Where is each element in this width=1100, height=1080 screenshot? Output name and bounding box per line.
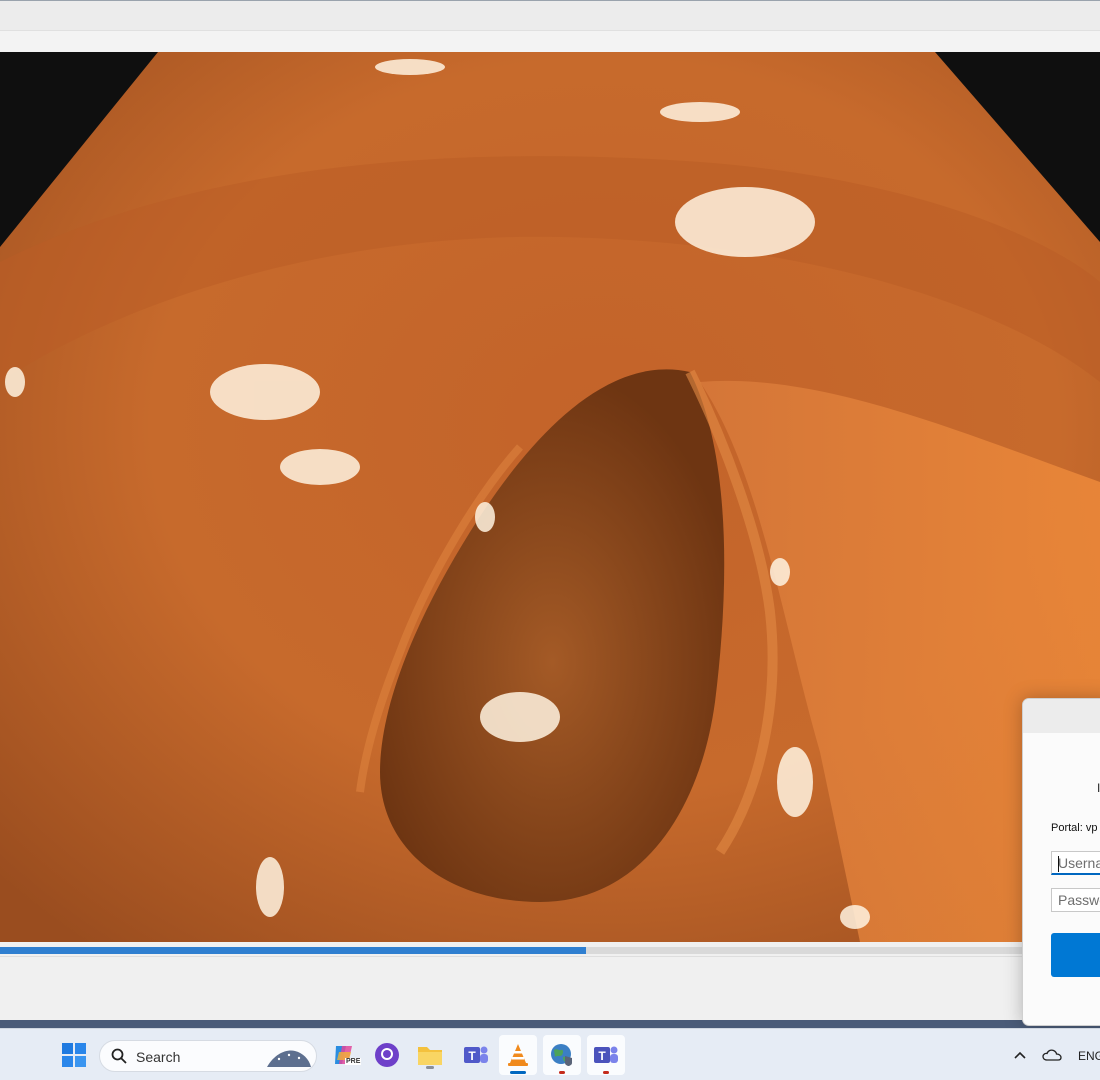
copilot-badge: PRE — [345, 1058, 362, 1065]
alert-indicator — [559, 1071, 565, 1074]
teams-alt-icon[interactable]: T — [587, 1035, 625, 1075]
active-indicator — [510, 1071, 526, 1074]
password-placeholder: Passwo — [1058, 892, 1100, 908]
search-box[interactable]: Search — [99, 1040, 317, 1072]
alert-indicator — [603, 1071, 609, 1074]
running-indicator — [426, 1066, 434, 1069]
svg-text:T: T — [468, 1049, 476, 1063]
portal-label: Portal: vp — [1051, 822, 1098, 834]
github-desktop-icon[interactable] — [372, 1040, 402, 1070]
endoscopy-image — [0, 52, 1100, 942]
search-icon — [111, 1048, 127, 1064]
taskbar: Search PRE T T ENG — [0, 1028, 1100, 1080]
chevron-up-icon[interactable] — [1006, 1040, 1034, 1070]
desktop-background-strip — [0, 1020, 1100, 1028]
svg-text:T: T — [598, 1049, 606, 1063]
vlc-icon[interactable] — [499, 1035, 537, 1075]
dialog-title-bar — [1023, 699, 1100, 733]
seek-bar-progress — [0, 947, 586, 954]
teams-icon[interactable]: T — [461, 1040, 491, 1070]
username-placeholder: Userna — [1058, 855, 1100, 871]
windows-start-icon[interactable] — [59, 1040, 89, 1070]
file-explorer-icon[interactable] — [415, 1040, 445, 1070]
window-title-bar — [0, 0, 1100, 30]
globe-vpn-icon[interactable] — [543, 1035, 581, 1075]
player-controls-area — [0, 956, 1100, 1020]
username-field[interactable]: Userna — [1051, 851, 1100, 875]
password-field[interactable]: Passwo — [1051, 888, 1100, 912]
copilot-icon[interactable]: PRE — [329, 1040, 362, 1070]
menu-bar — [0, 30, 1100, 52]
language-indicator[interactable]: ENG — [1078, 1049, 1100, 1063]
text-caret — [1058, 856, 1059, 872]
connect-button[interactable] — [1051, 933, 1100, 977]
search-highlight-icon — [267, 1050, 311, 1067]
onedrive-icon[interactable] — [1038, 1040, 1066, 1070]
vpn-login-dialog: I Portal: vp Userna Passwo — [1022, 698, 1100, 1026]
search-label: Search — [136, 1049, 181, 1065]
video-frame[interactable] — [0, 52, 1100, 942]
